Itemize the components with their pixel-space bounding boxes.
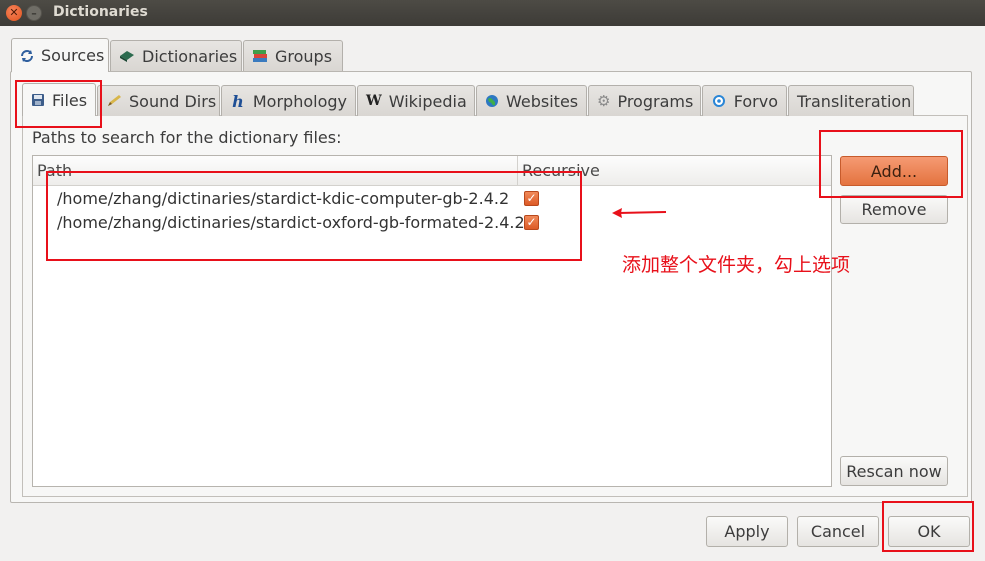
annotation-arrow-icon [612,208,667,218]
h-letter-icon: h [232,91,244,111]
tab-wikipedia-label: Wikipedia [388,91,467,111]
tab-programs[interactable]: ⚙ Programs [588,85,701,116]
tab-morphology-label: Morphology [252,91,347,111]
window-title: Dictionaries [53,4,148,20]
tab-sources-label: Sources [41,46,105,65]
book-icon [119,48,135,64]
disk-icon [31,92,45,108]
annotation-box-paths [46,171,582,261]
books-stack-icon [252,48,268,64]
tab-sound-dirs[interactable]: Sound Dirs [97,85,220,116]
refresh-icon [20,48,34,64]
tab-files-label: Files [52,90,88,110]
apply-button[interactable]: Apply [706,516,788,547]
tab-websites-label: Websites [506,91,579,111]
tab-sources[interactable]: Sources [11,38,109,72]
forvo-icon [711,93,727,109]
tab-programs-label: Programs [617,91,694,111]
tab-forvo-label: Forvo [733,91,778,111]
tab-dictionaries-label: Dictionaries [142,46,238,66]
tab-dictionaries[interactable]: Dictionaries [110,40,242,71]
tab-groups-label: Groups [275,46,333,66]
close-window-button[interactable]: ✕ [6,5,22,21]
cancel-button[interactable]: Cancel [797,516,879,547]
tab-sound-dirs-label: Sound Dirs [129,91,217,111]
tab-transliteration[interactable]: Transliteration [788,85,914,116]
tab-files[interactable]: Files [22,83,96,116]
rescan-now-button[interactable]: Rescan now [840,456,948,486]
title-bar: ✕ – Dictionaries [0,0,985,26]
tab-transliteration-label: Transliteration [797,91,912,111]
tab-wikipedia[interactable]: W Wikipedia [357,85,475,116]
wikipedia-w-icon: W [366,93,382,109]
tab-groups[interactable]: Groups [243,40,343,71]
tab-morphology[interactable]: h Morphology [221,85,356,116]
tab-websites[interactable]: Websites [476,85,587,116]
pencil-icon [106,93,122,109]
globe-icon [485,93,499,109]
minimize-window-button[interactable]: – [26,5,42,21]
paths-label: Paths to search for the dictionary files… [32,128,342,147]
annotation-box-ok [882,501,974,552]
gear-icon: ⚙ [597,92,611,110]
annotation-box-add [819,130,963,198]
tab-forvo[interactable]: Forvo [702,85,787,116]
annotation-text: 添加整个文件夹，勾上选项 [622,254,851,276]
remove-button[interactable]: Remove [840,195,948,224]
